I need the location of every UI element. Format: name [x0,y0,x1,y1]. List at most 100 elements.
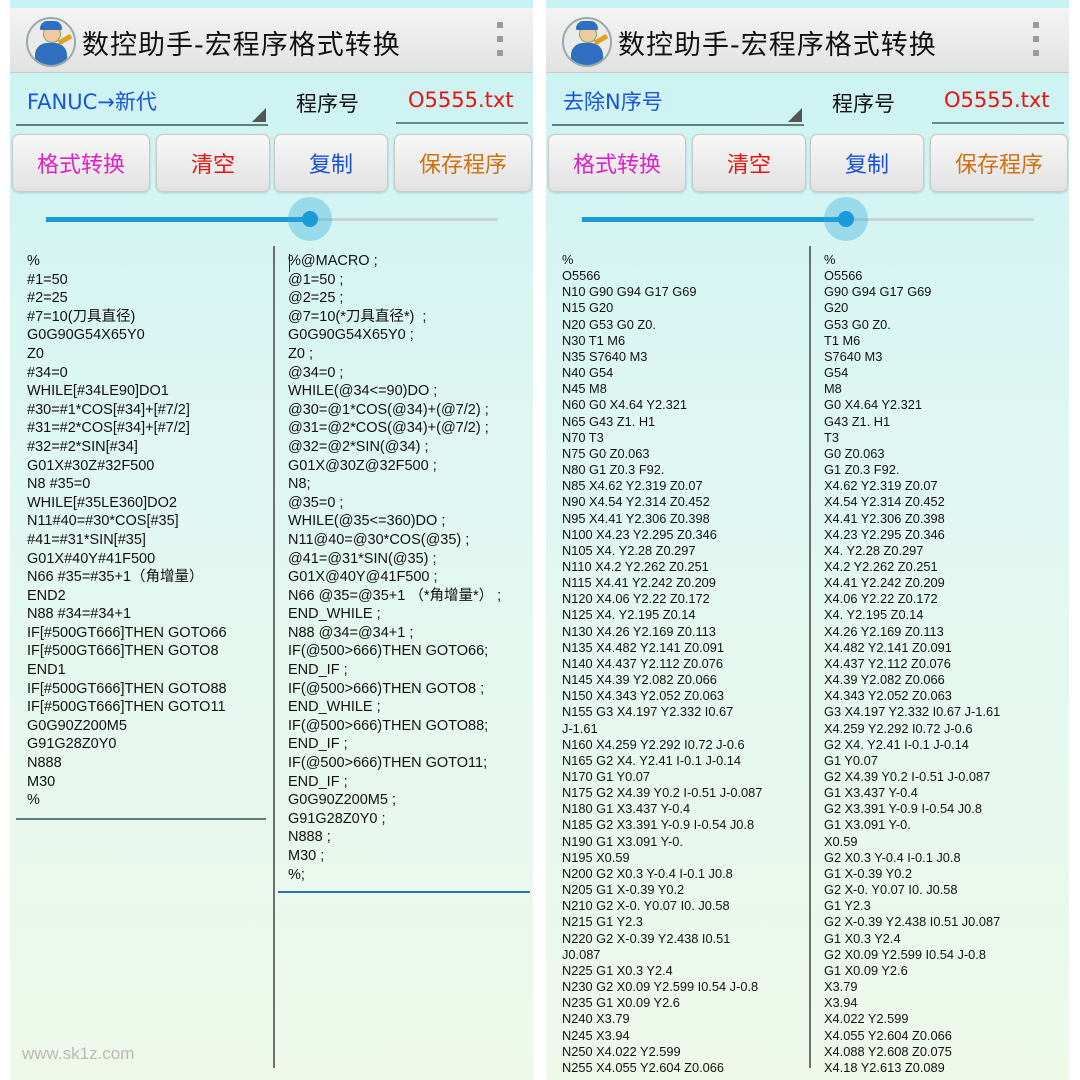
code-line: X4.26 Y2.169 Z0.113 [824,623,944,639]
code-line: N225 G1 X0.3 Y2.4 [562,962,673,978]
app-logo-icon [562,17,612,67]
original-code-editor[interactable]: % #1=50 #2=25 #7=10(刀具直径) G0G90G54X65Y0 Z0 #34… [27,252,227,810]
code-line: N95 X4.41 Y2.306 Z0.398 [562,510,710,526]
code-line: N8; [288,476,311,493]
code-line: % [824,252,836,267]
program-number-label: 程序号 [296,92,359,116]
code-line: N90 X4.54 Y2.314 Z0.452 [562,494,710,510]
code-line: G91G28Z0Y0 [27,736,117,753]
code-line: M30 ; [288,848,325,864]
code-line: G01X#30Z#32F500 [27,457,155,474]
dropdown-arrow-icon [252,108,266,122]
code-line: G01X#40Y#41F500 [27,550,156,567]
code-line: G0G90Z200M5 [27,717,127,734]
program-number-label: 程序号 [832,92,895,116]
code-line: END_IF ; [288,773,348,790]
code-line: N175 G2 X4.39 Y0.2 I-0.51 J-0.087 [562,785,763,801]
dropdown-arrow-icon [788,108,802,122]
split-slider-thumb[interactable] [302,211,318,227]
code-line: N250 X4.022 Y2.599 [562,1043,681,1059]
code-line: WHILE(@35<=360)DO ; [288,513,446,530]
code-line: #30=#1*COS[#34]+[#7/2] [27,401,190,418]
conversion-mode-dropdown[interactable]: FANUC→新代 [16,78,268,126]
program-number-input[interactable]: O5555.txt [932,80,1064,124]
code-line: END_WHILE ; [288,699,381,716]
code-line: N190 G1 X3.091 Y-0. [562,833,683,849]
clear-button[interactable]: 清空 [692,134,806,192]
code-line: G2 X3.391 Y-0.9 I-0.54 J0.8 [824,801,982,817]
code-line: N10 G90 G94 G17 G69 [562,284,697,300]
code-line: N11@40=@30*COS(@35) ; [288,531,470,548]
code-line: G2 X0.3 Y-0.4 I-0.1 J0.8 [824,849,961,865]
code-line: N85 X4.62 Y2.319 Z0.07 [562,478,703,494]
clear-button[interactable]: 清空 [156,134,270,192]
code-line: #2=25 [27,290,68,307]
code-line: N210 G2 X-0. Y0.07 I0. J0.58 [562,898,730,914]
original-code-underline [16,818,266,820]
original-code-editor[interactable]: % O5566 N10 G90 G94 G17 G69 N15 G20 N20 G53 … [562,252,762,1076]
code-pane-divider[interactable] [809,246,811,1068]
conversion-mode-value: 去除N序号 [563,90,663,114]
code-line: N888 ; [288,829,331,846]
conversion-mode-dropdown[interactable]: 去除N序号 [552,78,804,126]
code-line: N195 X0.59 [562,849,630,865]
copy-button[interactable]: 复制 [274,134,388,192]
app-title: 数控助手-宏程序格式转换 [618,30,937,61]
code-line: G1 X0.09 Y2.6 [824,962,908,978]
conversion-mode-value: FANUC→新代 [27,90,157,114]
code-line: IF(@500>666)THEN GOTO11; [288,755,488,772]
code-line: N185 G2 X3.391 Y-0.9 I-0.54 J0.8 [562,817,755,833]
program-number-value: O5555.txt [944,88,1050,112]
code-line: N65 G43 Z1. H1 [562,413,656,429]
code-line: X4.437 Y2.112 Z0.076 [824,655,951,671]
code-line: WHILE(@34<=90)DO ; [288,383,438,400]
split-slider-thumb[interactable] [838,211,854,227]
code-line: #34=0 [27,364,68,381]
code-line: N240 X3.79 [562,1011,630,1027]
save-program-button[interactable]: 保存程序 [930,134,1068,192]
code-line: IF[#500GT666]THEN GOTO8 [27,643,219,660]
overflow-menu-icon[interactable] [1033,22,1039,56]
code-line: END_IF ; [288,736,348,753]
code-line: @41=@31*SIN(@35) ; [288,550,437,567]
code-line: N160 X4.259 Y2.292 I0.72 J-0.6 [562,736,745,752]
watermark: www.sk1z.com [22,1044,135,1063]
code-line: Z0 ; [288,345,313,362]
code-line: N165 G2 X4. Y2.41 I-0.1 J-0.14 [562,752,742,768]
code-line: G1 X-0.39 Y0.2 [824,865,912,881]
save-program-button[interactable]: 保存程序 [394,134,532,192]
copy-button[interactable]: 复制 [810,134,924,192]
code-line: G2 X0.09 Y2.599 I0.54 J-0.8 [824,946,986,962]
code-line: N230 G2 X0.09 Y2.599 I0.54 J-0.8 [562,979,759,995]
code-line: X4.54 Y2.314 Z0.452 [824,494,945,510]
code-line: G0G90G54X65Y0 [27,327,145,344]
code-line: IF(@500>666)THEN GOTO8 ; [288,680,485,697]
code-line: G1 Y2.3 [824,898,871,914]
code-line: N105 X4. Y2.28 Z0.297 [562,542,696,558]
code-line: N35 S7640 M3 [562,348,648,364]
code-line: IF(@500>666)THEN GOTO88; [288,717,489,734]
code-line: N45 M8 [562,381,607,397]
convert-format-button[interactable]: 格式转换 [548,134,686,192]
program-number-value: O5555.txt [408,88,514,112]
code-pane-divider[interactable] [273,246,275,1068]
overflow-menu-icon[interactable] [497,22,503,56]
code-line: %@MACRO ; [288,253,378,269]
code-line: N180 G1 X3.437 Y-0.4 [562,801,691,817]
converted-code-editor[interactable]: % O5566 G90 G94 G17 G69 G20 G53 G0 Z0. T1 M6 S… [824,252,1000,1076]
converted-code-editor[interactable]: %@MACRO ; @1=50 ; @2=25 ; @7=10(*刀具直径*) ; G0… [288,252,501,884]
code-line: IF(@500>666)THEN GOTO66; [288,643,489,660]
code-line: N135 X4.482 Y2.141 Z0.091 [562,639,724,655]
app-title-bar: 数控助手-宏程序格式转换 [546,8,1069,73]
code-line: G2 X4. Y2.41 I-0.1 J-0.14 [824,736,969,752]
code-line: N20 G53 G0 Z0. [562,316,656,332]
code-line: % [27,253,40,269]
code-line: N115 X4.41 Y2.242 Z0.209 [562,575,716,591]
code-line: X4.62 Y2.319 Z0.07 [824,478,938,494]
code-line: N88 @34=@34+1 ; [288,624,414,641]
convert-format-button[interactable]: 格式转换 [12,134,150,192]
code-line: X4.055 Y2.604 Z0.066 [824,1027,952,1043]
code-line: G1 X3.091 Y-0. [824,817,911,833]
code-line: X4.2 Y2.262 Z0.251 [824,558,938,574]
program-number-input[interactable]: O5555.txt [396,80,528,124]
